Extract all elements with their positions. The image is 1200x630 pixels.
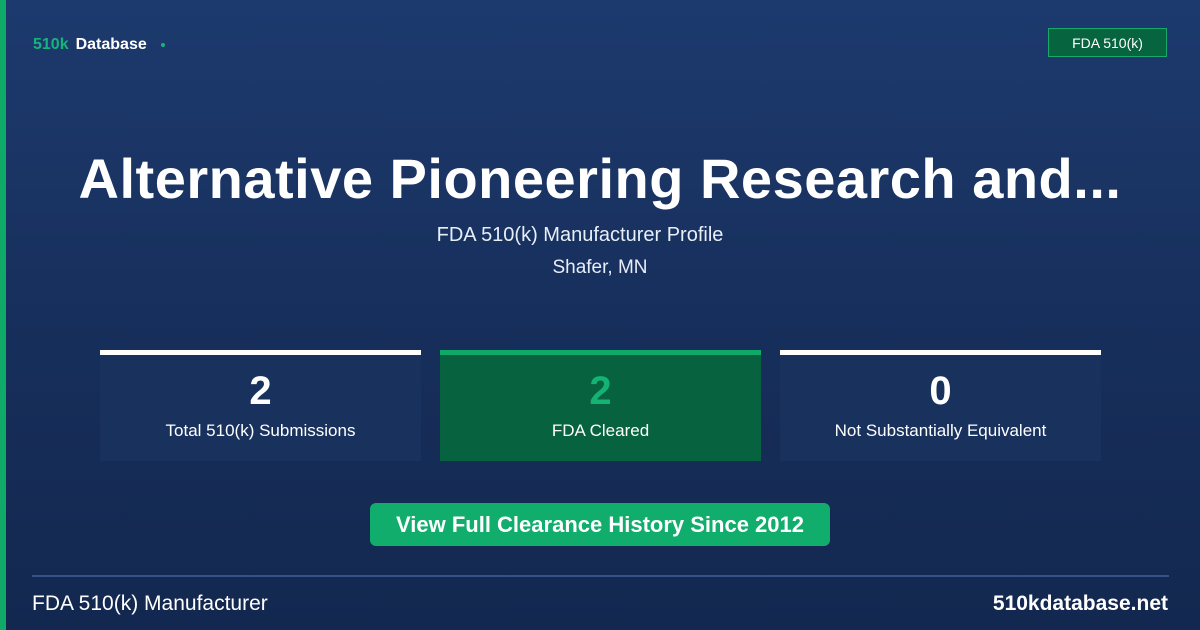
stat-value: 2 bbox=[249, 369, 272, 413]
view-clearance-history-button[interactable]: View Full Clearance History Since 2012 bbox=[370, 503, 830, 546]
page: 510k Database FDA 510(k) Alternative Pio… bbox=[0, 0, 1200, 630]
footer-site-link[interactable]: 510kdatabase.net bbox=[993, 592, 1168, 616]
footer-divider bbox=[32, 575, 1169, 577]
fda-510k-badge: FDA 510(k) bbox=[1048, 28, 1167, 57]
stat-value: 2 bbox=[589, 369, 612, 413]
page-subtitle: FDA 510(k) Manufacturer Profile bbox=[436, 224, 724, 246]
stat-label: Not Substantially Equivalent bbox=[834, 421, 1047, 440]
footer-caption: FDA 510(k) Manufacturer bbox=[32, 592, 268, 615]
page-title: Alternative Pioneering Research and... bbox=[78, 147, 1122, 210]
stat-label: FDA Cleared bbox=[551, 421, 650, 440]
brand-logo[interactable]: 510k Database bbox=[33, 36, 165, 54]
stat-label: Total 510(k) Submissions bbox=[165, 421, 356, 440]
accent-bar bbox=[0, 0, 6, 630]
stat-card-total-submissions: 2 Total 510(k) Submissions bbox=[100, 350, 421, 461]
brand-name: Database bbox=[75, 36, 147, 53]
brand-prefix: 510k bbox=[33, 36, 69, 53]
manufacturer-location: Shafer, MN bbox=[552, 257, 648, 278]
stat-value: 0 bbox=[929, 369, 952, 413]
dot-icon bbox=[160, 43, 165, 47]
stat-card-not-substantially-equivalent: 0 Not Substantially Equivalent bbox=[780, 350, 1101, 461]
stat-card-fda-cleared: 2 FDA Cleared bbox=[440, 350, 761, 461]
